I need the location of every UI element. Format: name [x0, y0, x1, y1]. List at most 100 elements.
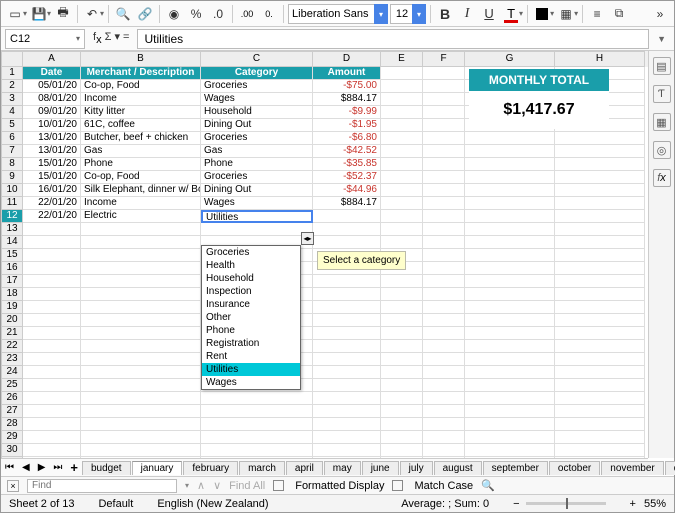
zoom-slider[interactable] [526, 502, 606, 505]
cell-category[interactable]: Dining Out [201, 184, 313, 197]
cell-date[interactable]: 15/01/20 [23, 171, 81, 184]
cell-amount[interactable]: $884.17 [313, 197, 381, 210]
col-header[interactable]: H [555, 51, 645, 67]
row-header[interactable]: 24 [1, 366, 23, 379]
cell-category[interactable]: Dining Out [201, 119, 313, 132]
row-header[interactable]: 1 [1, 67, 23, 80]
cell-amount[interactable]: -$1.95 [313, 119, 381, 132]
dropdown-item[interactable]: Inspection [202, 285, 300, 298]
tab-last-icon[interactable]: ⏭ [49, 462, 66, 473]
cell-amount[interactable] [313, 210, 381, 223]
border-icon[interactable]: ▦ [556, 4, 576, 24]
cell-amount[interactable]: -$9.99 [313, 106, 381, 119]
dropdown-item[interactable]: Other [202, 311, 300, 324]
row-header[interactable]: 17 [1, 275, 23, 288]
sheet-tab-march[interactable]: march [239, 461, 285, 475]
row-header[interactable]: 21 [1, 327, 23, 340]
sheet-tab-july[interactable]: july [400, 461, 433, 475]
dec-inc-icon[interactable]: .00 [237, 4, 257, 24]
cell-amount[interactable]: -$52.37 [313, 171, 381, 184]
tab-first-icon[interactable]: ⏮ [1, 462, 18, 473]
category-dropdown[interactable]: GroceriesHealthHouseholdInspectionInsura… [201, 245, 301, 390]
dropdown-item[interactable]: Phone [202, 324, 300, 337]
row-header[interactable]: 2 [1, 80, 23, 93]
row-header[interactable]: 7 [1, 145, 23, 158]
zoom-level[interactable]: 55% [644, 498, 666, 510]
col-header[interactable]: F [423, 51, 465, 67]
cell-category[interactable]: Wages [201, 93, 313, 106]
formula-input[interactable] [137, 29, 649, 49]
language[interactable]: English (New Zealand) [157, 498, 268, 510]
cell-category[interactable]: Household [201, 106, 313, 119]
sheet-tab-decem[interactable]: decem [665, 461, 675, 475]
close-icon[interactable]: × [7, 480, 19, 492]
align-icon[interactable]: ≡ [587, 4, 607, 24]
col-header[interactable]: C [201, 51, 313, 67]
row-header[interactable]: 23 [1, 353, 23, 366]
dropdown-item[interactable]: Registration [202, 337, 300, 350]
row-header[interactable]: 28 [1, 418, 23, 431]
spreadsheet-grid[interactable]: ABCDEFGH1DateMerchant / DescriptionCateg… [1, 51, 648, 458]
cell-category[interactable]: Groceries [201, 80, 313, 93]
dropdown-item[interactable]: Household [202, 272, 300, 285]
dec-dec-icon[interactable]: 0. [259, 4, 279, 24]
row-header[interactable]: 16 [1, 262, 23, 275]
cell-category[interactable]: Gas [201, 145, 313, 158]
cell-category[interactable]: Groceries [201, 132, 313, 145]
cell-merchant[interactable]: Income [81, 93, 201, 106]
dropdown-item[interactable]: Utilities [202, 363, 300, 376]
find-next-icon[interactable]: ∨ [213, 479, 221, 492]
sheet-tab-april[interactable]: april [286, 461, 323, 475]
cell-date[interactable]: 09/01/20 [23, 106, 81, 119]
dropdown-arrow-button[interactable]: ◂▸ [301, 232, 314, 245]
percent-icon[interactable]: % [186, 4, 206, 24]
sheet-tab-august[interactable]: august [434, 461, 482, 475]
font-color-icon[interactable]: T [501, 4, 521, 24]
zoom-in-icon[interactable]: + [630, 498, 636, 510]
row-header[interactable]: 10 [1, 184, 23, 197]
tab-prev-icon[interactable]: ◀ [18, 462, 34, 473]
col-header[interactable]: A [23, 51, 81, 67]
cell-merchant[interactable]: Income [81, 197, 201, 210]
cell-date[interactable]: 22/01/20 [23, 197, 81, 210]
dropdown-item[interactable]: Insurance [202, 298, 300, 311]
tab-next-icon[interactable]: ▶ [34, 462, 50, 473]
new-doc-icon[interactable]: ▭ [5, 4, 25, 24]
row-header[interactable]: 19 [1, 301, 23, 314]
cell-date[interactable]: 10/01/20 [23, 119, 81, 132]
row-header[interactable]: 29 [1, 431, 23, 444]
sheet-tab-september[interactable]: september [483, 461, 548, 475]
dropdown-item[interactable]: Rent [202, 350, 300, 363]
row-header[interactable]: 14 [1, 236, 23, 249]
navigator-icon[interactable]: ◎ [653, 141, 671, 159]
cell-amount[interactable]: -$6.80 [313, 132, 381, 145]
gallery-icon[interactable]: ▦ [653, 113, 671, 131]
row-header[interactable]: 22 [1, 340, 23, 353]
cell-amount[interactable]: $884.17 [313, 93, 381, 106]
row-header[interactable]: 20 [1, 314, 23, 327]
cell-date[interactable]: 08/01/20 [23, 93, 81, 106]
row-header[interactable]: 9 [1, 171, 23, 184]
sheet-tab-january[interactable]: january [132, 461, 183, 475]
cell-category[interactable]: Groceries [201, 171, 313, 184]
cell-amount[interactable]: -$42.52 [313, 145, 381, 158]
col-header[interactable]: D [313, 51, 381, 67]
row-header[interactable]: 12 [1, 210, 23, 223]
sheet-tab-june[interactable]: june [362, 461, 399, 475]
print-icon[interactable]: 🖶 [53, 4, 73, 24]
sheet-tab-november[interactable]: november [601, 461, 663, 475]
sheet-tab-may[interactable]: may [324, 461, 361, 475]
dropdown-item[interactable]: Health [202, 259, 300, 272]
find-search-icon[interactable]: 🔍 [481, 479, 495, 492]
find-prev-icon[interactable]: ∧ [197, 479, 205, 492]
decimal-icon[interactable]: .0 [208, 4, 228, 24]
cell-date[interactable]: 13/01/20 [23, 145, 81, 158]
find-all-button[interactable]: Find All [229, 480, 265, 492]
matchcase-checkbox[interactable] [392, 480, 403, 491]
col-header[interactable]: G [465, 51, 555, 67]
undo-icon[interactable]: ↶ [82, 4, 102, 24]
properties-icon[interactable]: ▤ [653, 57, 671, 75]
formatted-checkbox[interactable] [273, 480, 284, 491]
toggle1-icon[interactable]: ◉ [164, 4, 184, 24]
cell-reference[interactable]: C12▾ [5, 29, 85, 49]
